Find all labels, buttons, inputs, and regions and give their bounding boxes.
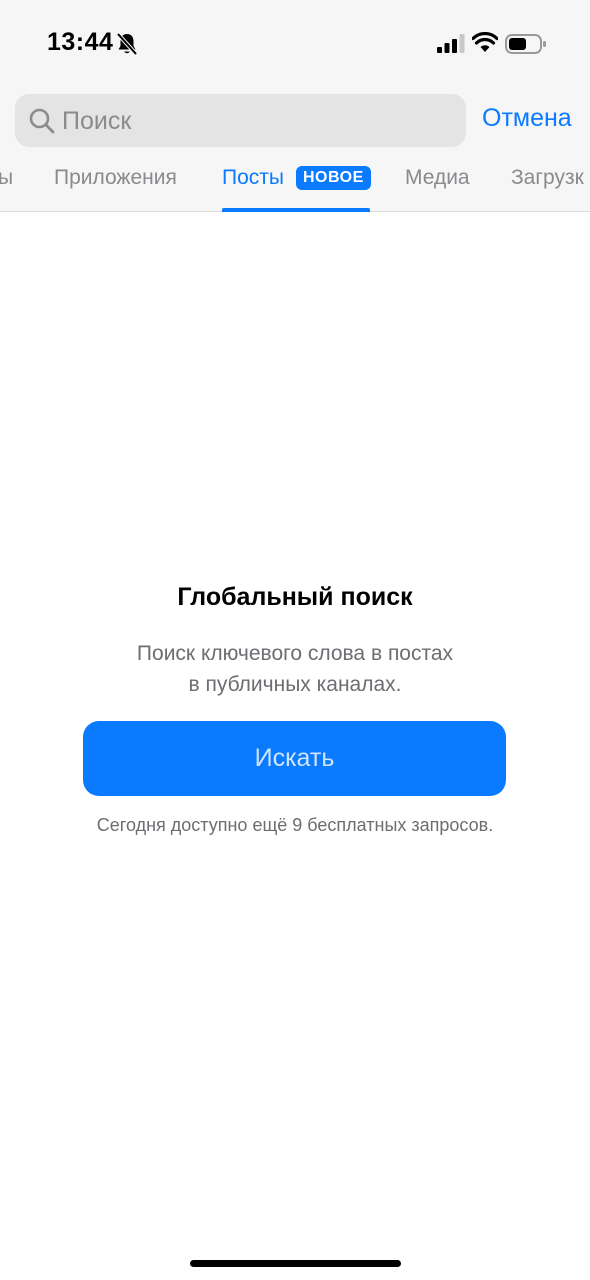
new-badge: НОВОЕ	[296, 166, 371, 190]
signal-icon	[437, 34, 465, 53]
search-button[interactable]: Искать	[83, 721, 506, 796]
bell-slash-icon	[116, 32, 138, 56]
search-header: 13:44 Поиск Отмена ы Приложения Посты НО…	[0, 0, 590, 212]
tab-chats[interactable]: ы	[0, 166, 13, 190]
search-icon	[29, 108, 55, 134]
tab-posts[interactable]: Посты	[222, 166, 284, 190]
status-bar: 13:44	[0, 0, 590, 88]
status-time: 13:44	[47, 28, 114, 56]
active-tab-indicator	[222, 208, 370, 212]
cancel-button[interactable]: Отмена	[482, 104, 572, 133]
search-input[interactable]	[62, 104, 452, 138]
wifi-icon	[472, 32, 498, 52]
description-line-2: в публичных каналах.	[188, 673, 402, 696]
tab-media[interactable]: Медиа	[405, 166, 470, 190]
battery-icon	[505, 34, 546, 54]
global-search-screen: 13:44 Поиск Отмена ы Приложения Посты НО…	[0, 0, 590, 1280]
free-requests-note: Сегодня доступно ещё 9 бесплатных запрос…	[96, 815, 494, 835]
description-line-1: Поиск ключевого слова в постах	[136, 642, 454, 665]
search-description: Поиск ключевого слова в постах в публичн…	[0, 638, 590, 700]
tab-apps[interactable]: Приложения	[54, 166, 177, 190]
tab-downloads[interactable]: Загрузк	[511, 166, 584, 190]
search-field[interactable]	[15, 94, 466, 147]
page-title: Глобальный поиск	[177, 583, 413, 611]
home-indicator[interactable]	[190, 1260, 401, 1267]
search-tabs: ы Приложения Посты НОВОЕ Медиа Загрузк	[0, 160, 590, 212]
